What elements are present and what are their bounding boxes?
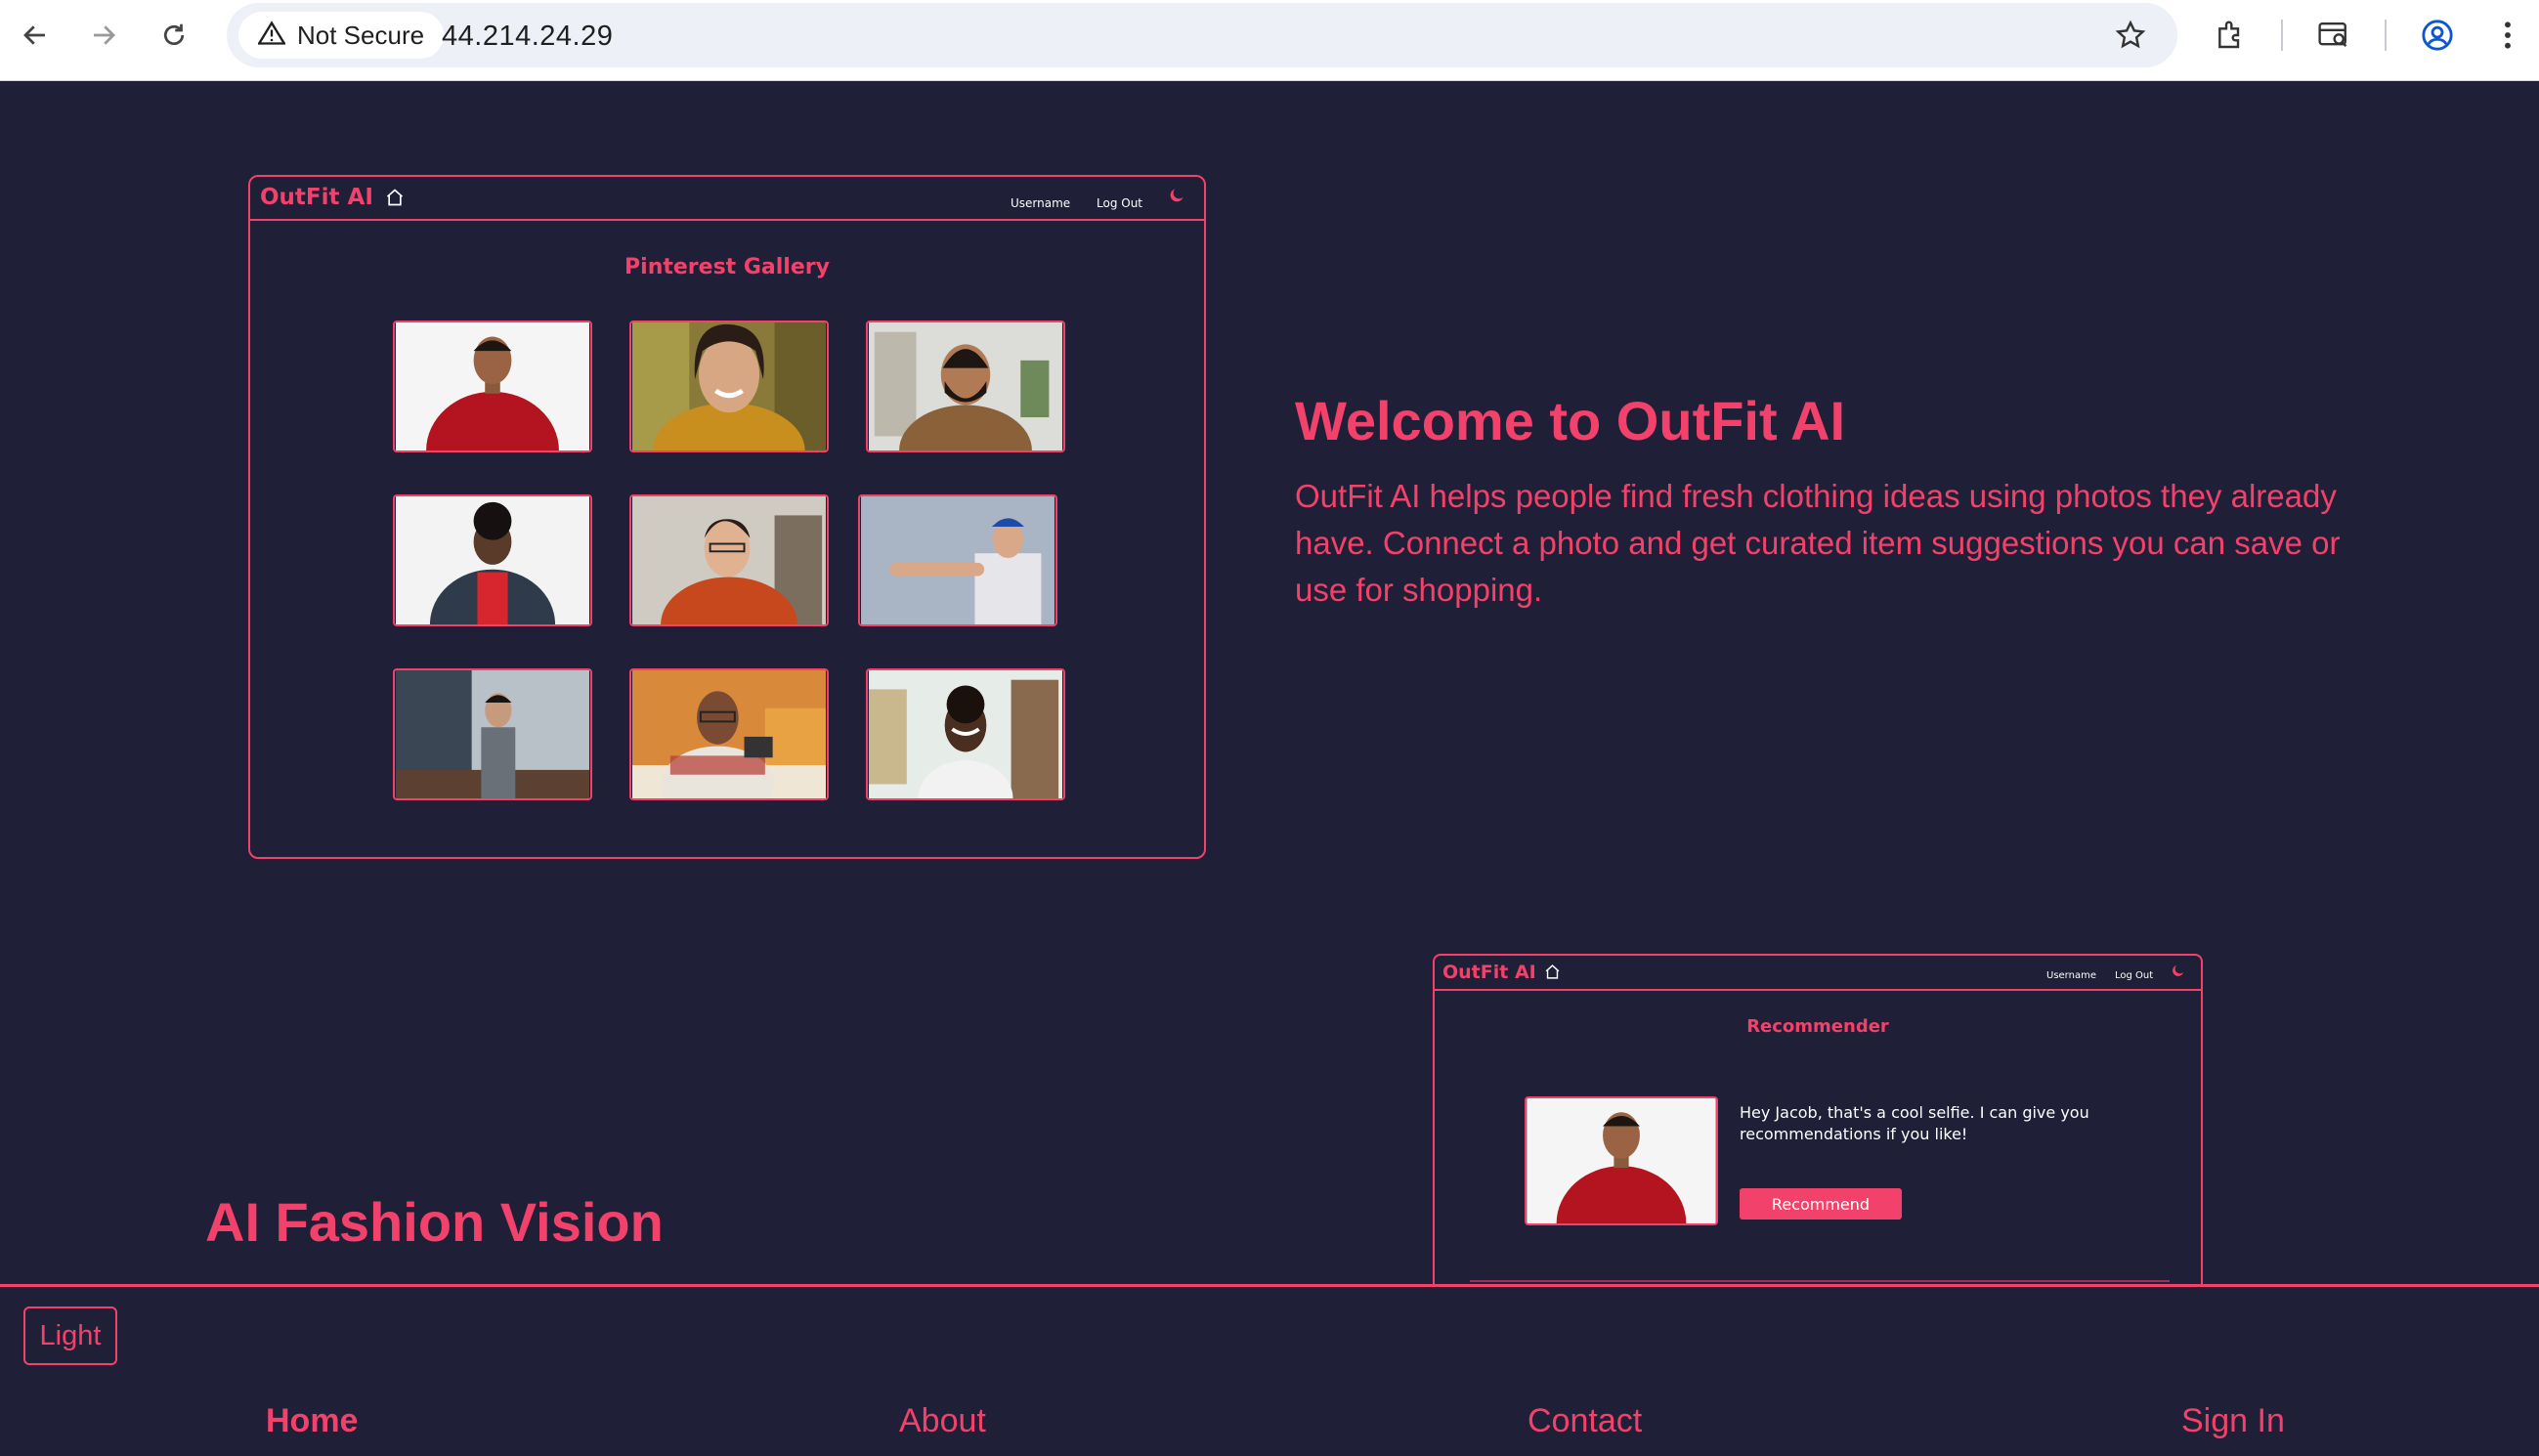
forward-arrow-icon[interactable]	[86, 18, 121, 53]
recommender-title: Recommender	[1746, 1016, 1889, 1037]
mockup-header: OutFit AI Username Log Out	[250, 177, 1204, 221]
bookmark-star-icon[interactable]	[2111, 16, 2150, 55]
gallery-photo[interactable]	[629, 321, 829, 452]
gallery-photo[interactable]	[393, 321, 592, 452]
tab-search-icon[interactable]	[2314, 16, 2353, 55]
reload-icon[interactable]	[156, 18, 192, 53]
home-icon	[385, 188, 405, 212]
gallery-photo[interactable]	[866, 321, 1065, 452]
extensions-icon[interactable]	[2211, 16, 2250, 55]
warning-icon	[257, 20, 286, 51]
address-bar[interactable]: Not Secure 44.214.24.29	[227, 3, 2177, 67]
toolbar-separator	[2281, 20, 2283, 51]
back-arrow-icon[interactable]	[18, 18, 53, 53]
hero-title: Welcome to OutFit AI	[1295, 390, 1846, 451]
menu-dots-icon[interactable]	[2488, 16, 2527, 55]
gallery-title: Pinterest Gallery	[624, 255, 830, 279]
selfie-photo	[1525, 1096, 1718, 1225]
mockup-logout: Log Out	[2115, 970, 2154, 981]
footer-nav-about[interactable]: About	[899, 1402, 986, 1440]
gallery-photo[interactable]	[629, 668, 829, 800]
gallery-photo[interactable]	[858, 494, 1057, 626]
mockup-header: OutFit AI Username Log Out	[1435, 956, 2201, 991]
gallery-photo[interactable]	[629, 494, 829, 626]
footer-nav-contact[interactable]: Contact	[1528, 1402, 1642, 1440]
recommender-message: Hey Jacob, that's a cool selfie. I can g…	[1740, 1103, 2089, 1143]
toolbar-separator	[2385, 20, 2387, 51]
mockup-brand: OutFit AI	[1442, 962, 1536, 983]
section-title: AI Fashion Vision	[205, 1191, 664, 1253]
recommender-mockup: OutFit AI Username Log Out Recommender H…	[1433, 954, 2203, 1286]
mockup-username: Username	[2046, 970, 2096, 981]
hero-description: OutFit AI helps people find fresh clothi…	[1295, 478, 2341, 608]
url-text[interactable]: 44.214.24.29	[442, 21, 613, 53]
moon-icon	[2170, 963, 2186, 984]
divider	[1470, 1280, 2170, 1282]
theme-toggle-button[interactable]: Light	[23, 1306, 117, 1365]
browser-toolbar: Not Secure 44.214.24.29	[0, 0, 2539, 81]
profile-icon[interactable]	[2418, 16, 2457, 55]
mockup-brand: OutFit AI	[260, 185, 373, 210]
footer-nav-sign-in[interactable]: Sign In	[2181, 1402, 2285, 1440]
home-icon	[1544, 964, 1561, 985]
mockup-username: Username	[1011, 196, 1071, 210]
moon-icon	[1167, 186, 1186, 210]
gallery-mockup: OutFit AI Username Log Out Pinterest Gal…	[248, 175, 1206, 859]
gallery-photo[interactable]	[866, 668, 1065, 800]
mockup-logout: Log Out	[1097, 196, 1143, 210]
gallery-photo[interactable]	[393, 494, 592, 626]
gallery-photo[interactable]	[393, 668, 592, 800]
recommend-button[interactable]: Recommend	[1740, 1188, 1902, 1220]
security-chip[interactable]: Not Secure	[238, 12, 445, 59]
security-label: Not Secure	[297, 20, 425, 50]
footer-nav-home[interactable]: Home	[266, 1402, 358, 1440]
footer: Light Home About Contact Sign In	[0, 1284, 2539, 1456]
